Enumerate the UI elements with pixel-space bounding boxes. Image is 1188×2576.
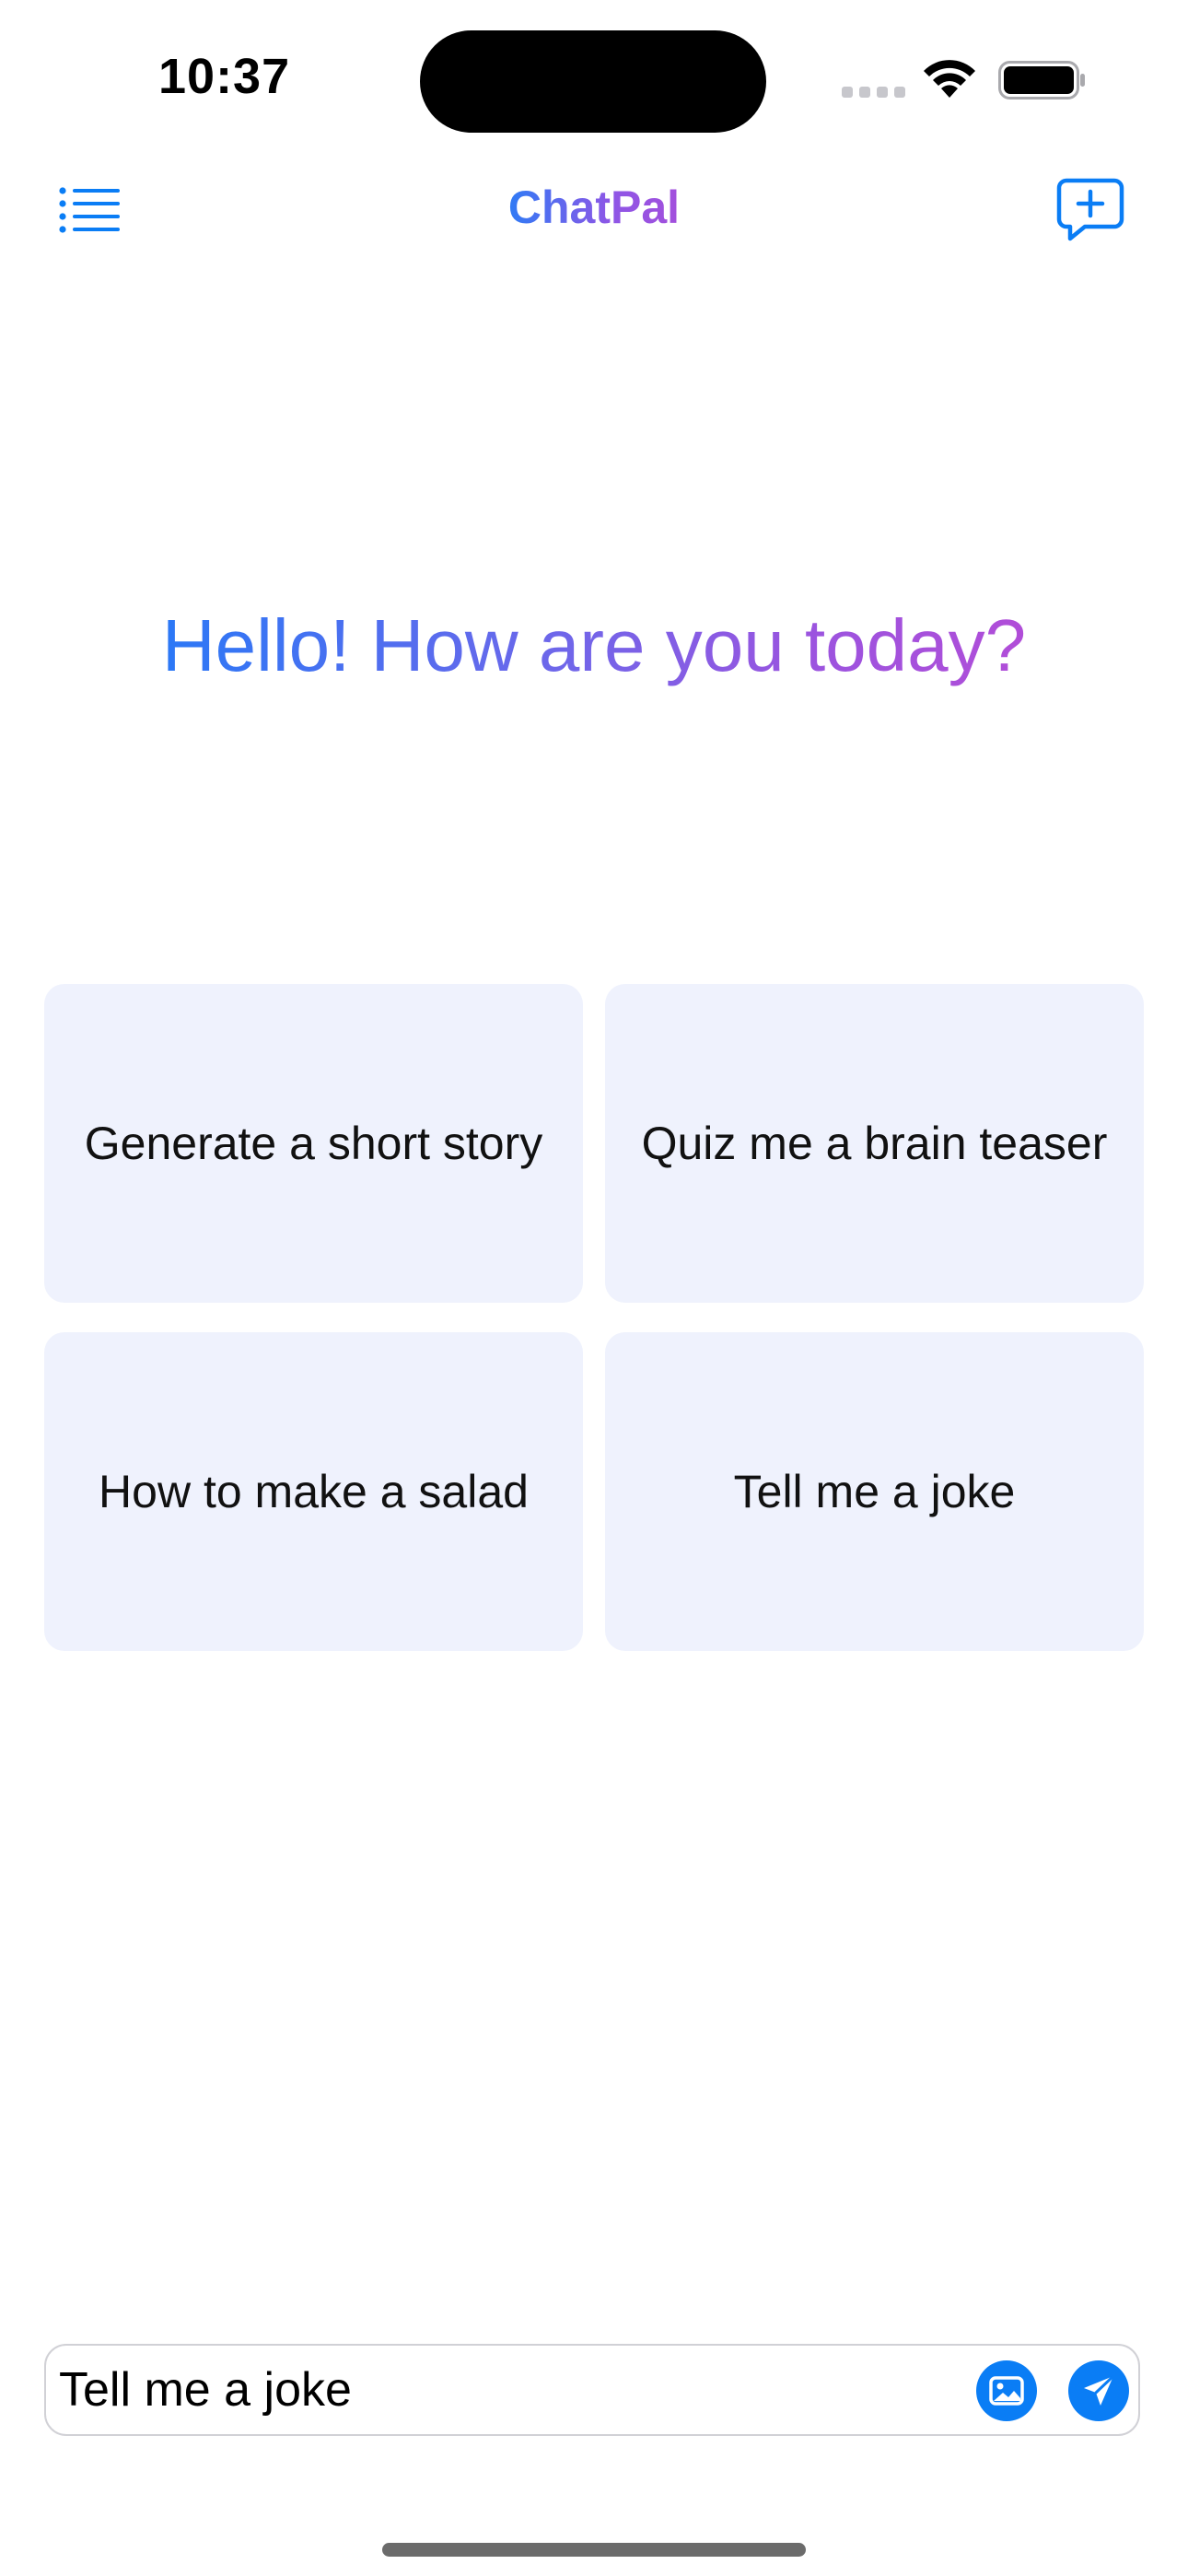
app-title: ChatPal xyxy=(0,181,1188,234)
attach-image-button[interactable] xyxy=(976,2360,1037,2421)
suggestion-card-brain-teaser[interactable]: Quiz me a brain teaser xyxy=(605,984,1144,1303)
suggestion-card-short-story[interactable]: Generate a short story xyxy=(44,984,583,1303)
new-chat-button[interactable] xyxy=(1052,171,1129,249)
home-indicator xyxy=(382,2543,806,2557)
dynamic-island xyxy=(420,30,766,133)
message-input[interactable] xyxy=(59,2346,961,2434)
new-chat-icon xyxy=(1056,178,1124,241)
greeting-text: Hello! How are you today? xyxy=(161,604,1027,686)
app-title-text: ChatPal xyxy=(507,181,681,233)
status-time: 10:37 xyxy=(158,49,291,104)
wifi-icon xyxy=(924,60,975,98)
greeting-heading: Hello! How are you today? xyxy=(0,603,1188,688)
battery-icon xyxy=(998,61,1085,100)
suggestion-card-salad[interactable]: How to make a salad xyxy=(44,1332,583,1651)
photo-icon xyxy=(989,2376,1024,2406)
cellular-signal-icon xyxy=(842,87,905,98)
suggestion-grid: Generate a short story Quiz me a brain t… xyxy=(44,984,1144,1651)
paper-plane-icon xyxy=(1084,2374,1115,2406)
message-composer xyxy=(44,2344,1140,2436)
suggestion-card-joke[interactable]: Tell me a joke xyxy=(605,1332,1144,1651)
send-button[interactable] xyxy=(1068,2360,1129,2421)
